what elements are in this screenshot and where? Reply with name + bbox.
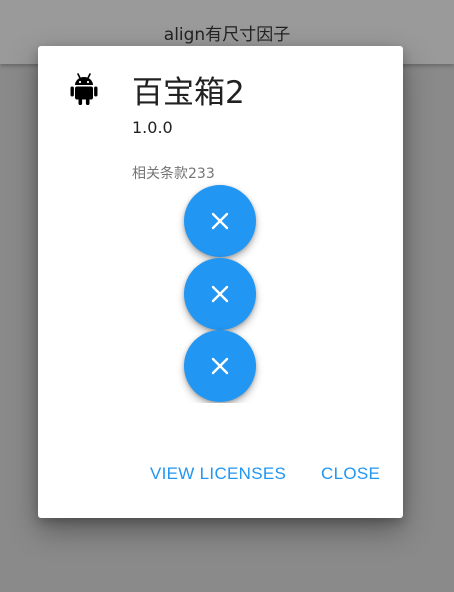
- close-fab-button[interactable]: [184, 185, 256, 257]
- close-icon: [211, 285, 229, 303]
- fab-stack: [38, 46, 403, 403]
- about-dialog: 百宝箱2 1.0.0 相关条款233 VIEW LICENSES CLOSE: [38, 46, 403, 518]
- view-licenses-button[interactable]: VIEW LICENSES: [150, 464, 286, 484]
- close-fab-button[interactable]: [184, 258, 256, 330]
- close-button[interactable]: CLOSE: [321, 464, 380, 484]
- close-icon: [211, 357, 229, 375]
- close-fab-button[interactable]: [184, 330, 256, 402]
- close-icon: [211, 212, 229, 230]
